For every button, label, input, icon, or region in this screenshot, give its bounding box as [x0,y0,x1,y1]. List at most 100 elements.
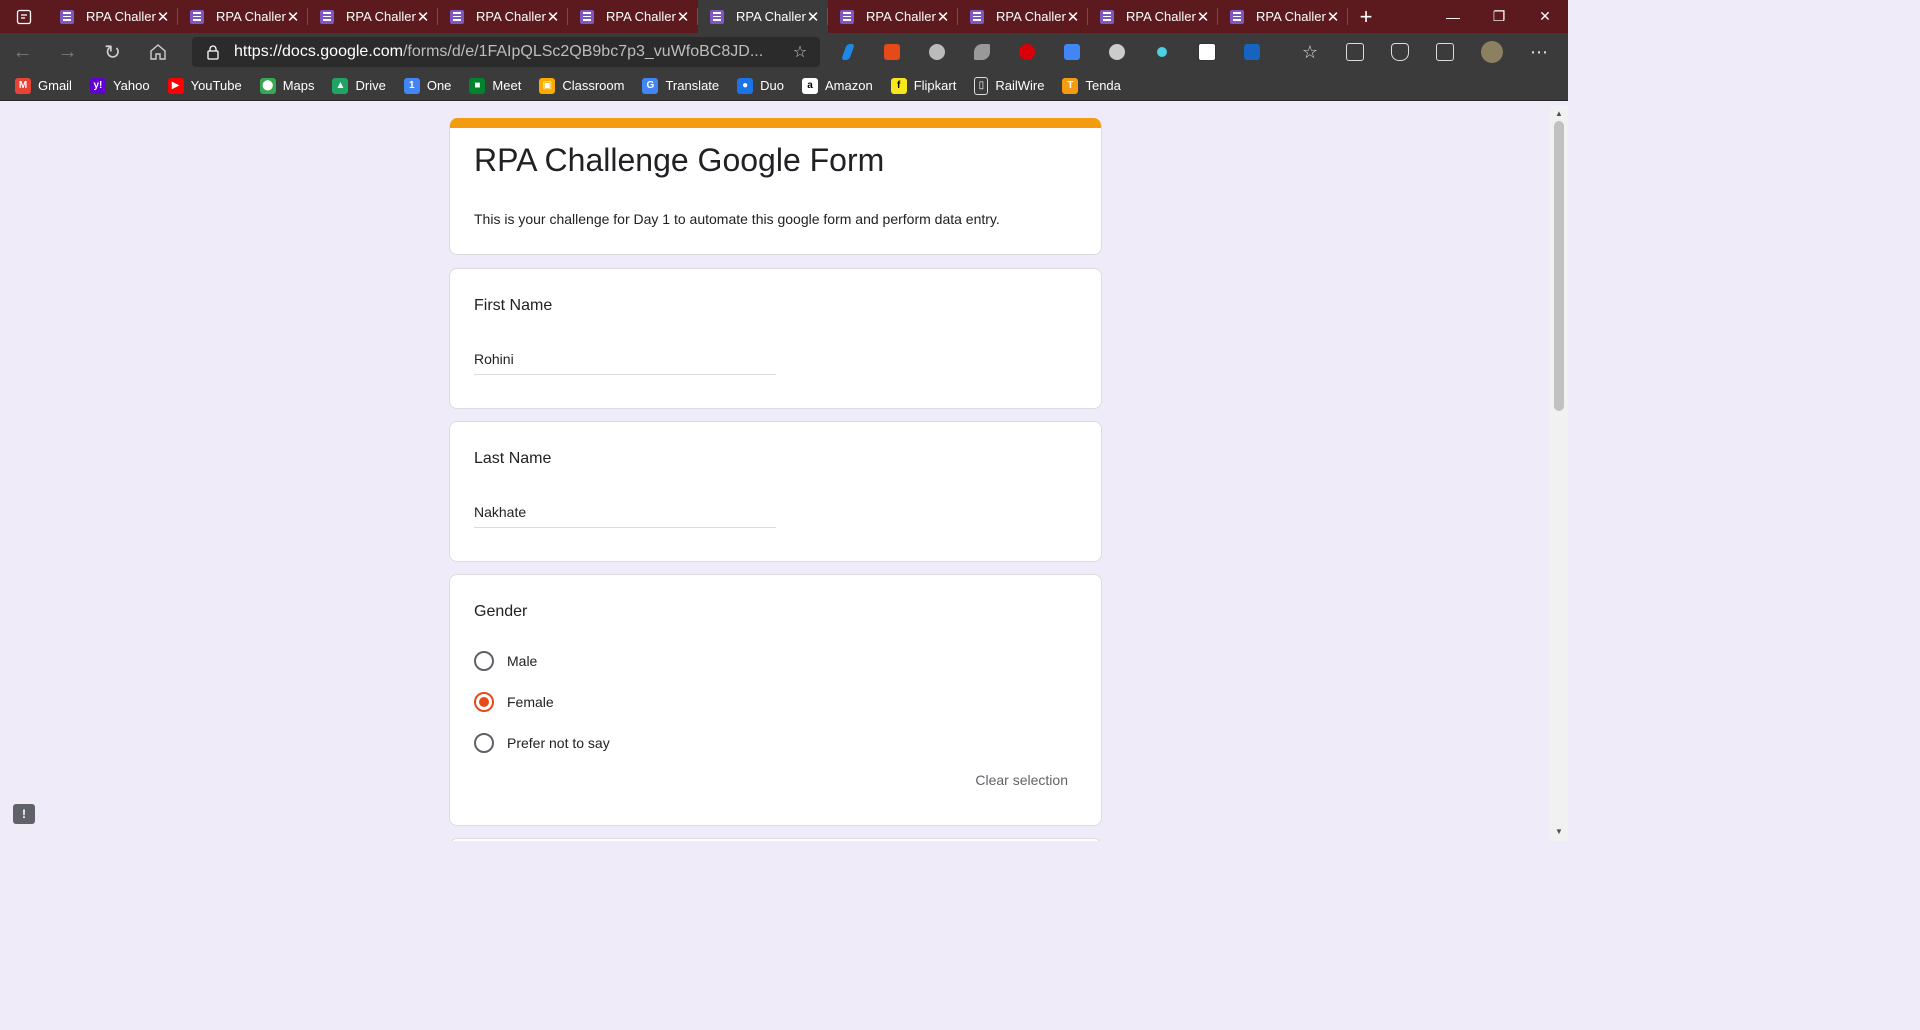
address-bar[interactable]: https://docs.google.com/forms/d/e/1FAIpQ… [192,37,820,67]
amazon-icon: a [802,77,819,94]
extension-office-button[interactable] [870,33,914,71]
extension-mega-button[interactable] [1005,33,1049,71]
minimize-button[interactable]: — [1430,0,1476,33]
forward-button[interactable]: → [45,33,90,71]
scroll-down-arrow-icon[interactable]: ▼ [1550,825,1568,839]
bookmark-item[interactable]: ▶ YouTube [167,77,242,94]
google-forms-icon [580,9,594,24]
page-scrollbar[interactable]: ▲ ▼ [1550,105,1568,841]
close-tab-icon[interactable]: ✕ [156,8,170,26]
close-tab-icon[interactable]: ✕ [546,8,560,26]
bookmark-label: Classroom [562,78,625,93]
extension-bird-button[interactable] [960,33,1004,71]
gender-option[interactable]: Prefer not to say [474,733,610,753]
settings-menu-button[interactable]: ⋯ [1517,33,1561,71]
bookmark-item[interactable]: ▯ RailWire [974,76,1045,95]
close-tab-icon[interactable]: ✕ [286,8,300,26]
form-header-card: RPA Challenge Google Form This is your c… [449,118,1102,255]
bookmark-item[interactable]: ▲ Drive [332,77,386,94]
bookmark-label: YouTube [190,78,242,93]
radio-label: Female [507,694,554,710]
report-feedback-button[interactable]: ! [13,804,35,824]
tab-title: RPA Challenge Google Form [736,9,806,24]
radio-button[interactable] [474,651,494,671]
bookmark-item[interactable]: y! Yahoo [89,77,150,94]
bookmark-item[interactable]: T Tenda [1062,77,1121,94]
browser-tab[interactable]: RPA Challenge Google Form✕ [1088,0,1218,33]
browser-tab[interactable]: RPA Challenge Google Form✕ [958,0,1088,33]
last-name-input[interactable]: Nakhate [474,496,776,528]
tab-title: RPA Challenge Google Form [216,9,286,24]
add-favorite-button[interactable]: ☆ [780,42,820,62]
new-tab-button[interactable]: + [1348,4,1384,30]
favorites-button[interactable]: ☆ [1288,33,1332,71]
question-title: Last Name [474,450,552,467]
browser-tab[interactable]: RPA Challenge Google Form✕ [178,0,308,33]
scroll-up-arrow-icon[interactable]: ▲ [1550,107,1568,121]
bookmark-label: RailWire [995,78,1045,93]
tab-title: RPA Challenge Google Form [476,9,546,24]
gmail-icon: M [15,77,31,94]
bookmark-item[interactable]: ● Duo [737,77,784,94]
first-name-input[interactable]: Rohini [474,343,776,375]
extension-uipath-button[interactable] [1230,33,1274,71]
tab-title: RPA Challenge Google Form [1256,9,1326,24]
browser-tab[interactable]: RPA Challenge Google Form✕ [568,0,698,33]
home-button[interactable] [135,33,180,71]
radio-button[interactable] [474,733,494,753]
close-tab-icon[interactable]: ✕ [1066,8,1080,26]
bookmark-item[interactable]: f Flipkart [890,77,956,94]
tab-title: RPA Challenge Google Form [996,9,1066,24]
browser-tab[interactable]: RPA Challenge Google Form✕ [438,0,568,33]
browser-essentials-button[interactable] [1378,33,1422,71]
tab-actions-icon [16,9,32,24]
profile-button[interactable] [1470,33,1514,71]
close-tab-icon[interactable]: ✕ [676,8,690,26]
bookmark-item[interactable]: M Gmail [15,77,72,94]
back-arrow-icon: ← [12,40,33,63]
form-accent-strip [450,118,1101,128]
form-description: This is your challenge for Day 1 to auto… [474,211,1000,227]
url-text[interactable]: https://docs.google.com/forms/d/e/1FAIpQ… [234,43,780,61]
extension-notion-button[interactable] [1185,33,1229,71]
browser-tab[interactable]: RPA Challenge Google Form✕ [698,0,828,33]
question-first-name: First Name Rohini [449,268,1102,409]
browser-tab[interactable]: RPA Challenge Google Form✕ [828,0,958,33]
extension-search-button[interactable] [1140,33,1184,71]
question-title: First Name [474,297,553,314]
browser-tab[interactable]: RPA Challenge Google Form✕ [308,0,438,33]
close-tab-icon[interactable]: ✕ [1326,8,1340,26]
page-content: RPA Challenge Google Form This is your c… [0,105,1550,841]
lock-icon[interactable] [192,44,234,60]
scrollbar-thumb[interactable] [1554,121,1564,411]
close-tab-icon[interactable]: ✕ [1196,8,1210,26]
close-tab-icon[interactable]: ✕ [806,8,820,26]
extension-record-button[interactable] [1095,33,1139,71]
bookmark-item[interactable]: ⬤ Maps [259,77,314,94]
bookmark-item[interactable]: G Translate [642,77,719,94]
restore-button[interactable]: ❐ [1476,0,1522,33]
close-tab-icon[interactable]: ✕ [936,8,950,26]
gender-option[interactable]: Male [474,651,537,671]
close-tab-icon[interactable]: ✕ [416,8,430,26]
extension-pen-button[interactable] [826,33,870,71]
collections-button[interactable] [1333,33,1377,71]
pen-extension-icon [841,44,855,60]
browser-tab[interactable]: RPA Challenge Google Form✕ [1218,0,1348,33]
clear-selection-button[interactable]: Clear selection [975,772,1068,788]
bookmark-item[interactable]: ▣ Classroom [539,77,625,94]
bookmark-item[interactable]: 1 One [403,77,451,94]
extension-circle-button[interactable] [915,33,959,71]
browser-tab[interactable]: RPA Challenge Google Form✕ [48,0,178,33]
close-window-button[interactable]: ✕ [1522,0,1568,33]
bookmark-item[interactable]: ■ Meet [469,77,521,94]
bookmark-item[interactable]: a Amazon [802,77,873,94]
gender-option[interactable]: Female [474,692,554,712]
back-button[interactable]: ← [0,33,45,71]
radio-button[interactable] [474,692,494,712]
translate-extension-icon [1064,44,1080,60]
share-button[interactable] [1423,33,1467,71]
tab-actions-button[interactable] [0,0,48,33]
refresh-button[interactable]: ↻ [90,33,135,71]
extension-translate-button[interactable] [1050,33,1094,71]
